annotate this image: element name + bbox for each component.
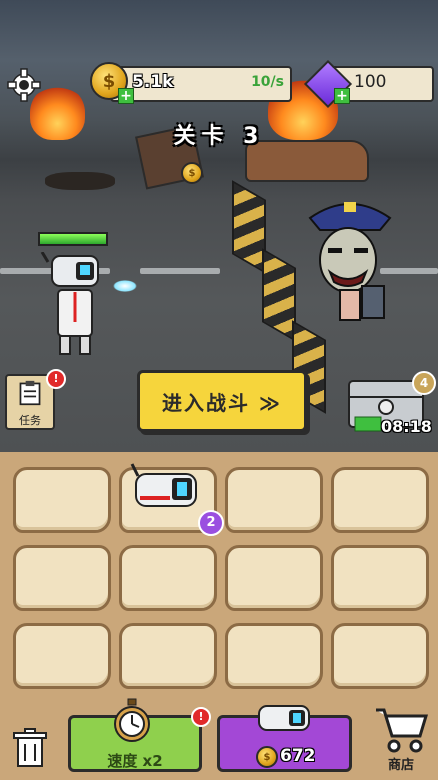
police-zombie-enemy [308,202,392,321]
speed-alert-badge: ! [191,707,211,727]
coin-counter: 5.1k 10/s [110,66,292,102]
game-screen: $ 5.1k 10/s $ + 100 + 关卡 3 任务 ! 进入战斗 ≫ 0… [0,0,438,780]
coin-rate: 10/s [251,74,284,90]
supply-chest[interactable]: 08:18 4 [345,371,436,436]
speed-label: 速度 x2 [107,752,163,770]
board-slot[interactable] [225,545,323,611]
barrier [262,248,296,342]
gem-amount: 100 [354,72,387,92]
player-hp-bar [38,232,108,246]
board-slot[interactable]: 2 [119,463,224,536]
board-slot[interactable] [225,467,323,533]
stopwatch-icon [112,698,152,744]
chest-count-badge: 4 [412,371,436,395]
add-gems-button[interactable]: + [334,88,350,104]
stage-title: 关卡 3 [173,124,265,149]
dropped-coin-icon: $ [181,162,203,184]
board-slot[interactable] [13,467,111,533]
road-crack [45,172,115,190]
chest-timer: 08:18 [381,417,432,436]
player-hp-fill [40,234,106,244]
board-slot[interactable] [119,545,217,611]
robot-unit-icon [255,700,313,734]
board-slot[interactable] [119,623,217,689]
coin-amount: 5.1k [132,72,174,92]
board-slot[interactable] [331,467,429,533]
cart-icon [376,708,429,753]
clipboard-icon [19,380,41,406]
robot-player [40,252,99,355]
buy-price: 672 [280,746,316,766]
board-slot[interactable] [13,623,111,689]
enter-battle-button[interactable]: 进入战斗 ≫ [137,370,307,432]
board-slot[interactable] [13,545,111,611]
coin-icon: $ [256,746,278,768]
board-slot[interactable] [225,623,323,689]
board-slot[interactable] [331,623,429,689]
task-label: 任务 [19,414,41,427]
trash-icon[interactable] [12,728,48,768]
settings-icon[interactable] [7,68,41,102]
barrier [232,180,266,274]
enter-battle-label: 进入战斗 ≫ [162,390,282,415]
board-slot[interactable] [331,545,429,611]
shop-label: 商店 [387,758,414,773]
energy-shot [113,280,137,292]
task-alert-badge: ! [46,369,66,389]
road-line [140,268,220,274]
shop-button[interactable]: 商店 [372,704,430,774]
robot-unit-icon [130,463,197,507]
unit-level-badge: 2 [198,510,224,536]
add-coins-button[interactable]: + [118,88,134,104]
